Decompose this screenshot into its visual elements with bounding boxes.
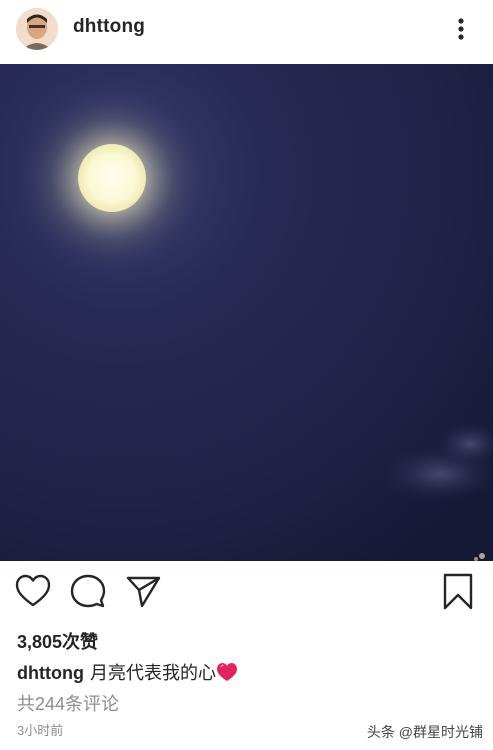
post-header: dhttong (0, 0, 493, 62)
post-timestamp: 3小时前 (17, 723, 64, 738)
caption-text: 月亮代表我的心 (89, 663, 216, 683)
heart-outline-icon[interactable] (15, 572, 51, 612)
avatar[interactable] (16, 8, 58, 50)
view-comments-link[interactable]: 共244条评论 (17, 690, 119, 716)
red-heart-icon (216, 662, 238, 682)
more-vertical-icon[interactable] (451, 14, 471, 44)
action-bar (0, 572, 493, 616)
watermark: 头条 @群星时光铺 (366, 724, 483, 740)
comment-bubble-icon[interactable] (70, 572, 106, 612)
caption-username[interactable]: dhttong (17, 663, 84, 683)
post-photo[interactable] (0, 64, 493, 561)
avatar-image (16, 8, 58, 50)
username[interactable]: dhttong (73, 16, 145, 38)
bookmark-icon[interactable] (440, 572, 476, 612)
paper-plane-icon[interactable] (125, 572, 161, 612)
caption: dhttong 月亮代表我的心 (17, 659, 238, 685)
moon-photo (0, 64, 493, 561)
likes-count[interactable]: 3,805次赞 (17, 628, 98, 654)
instagram-post-page: dhttong 3,805次赞 dhttong 月亮代表我的心 共244条评论 … (0, 0, 493, 750)
